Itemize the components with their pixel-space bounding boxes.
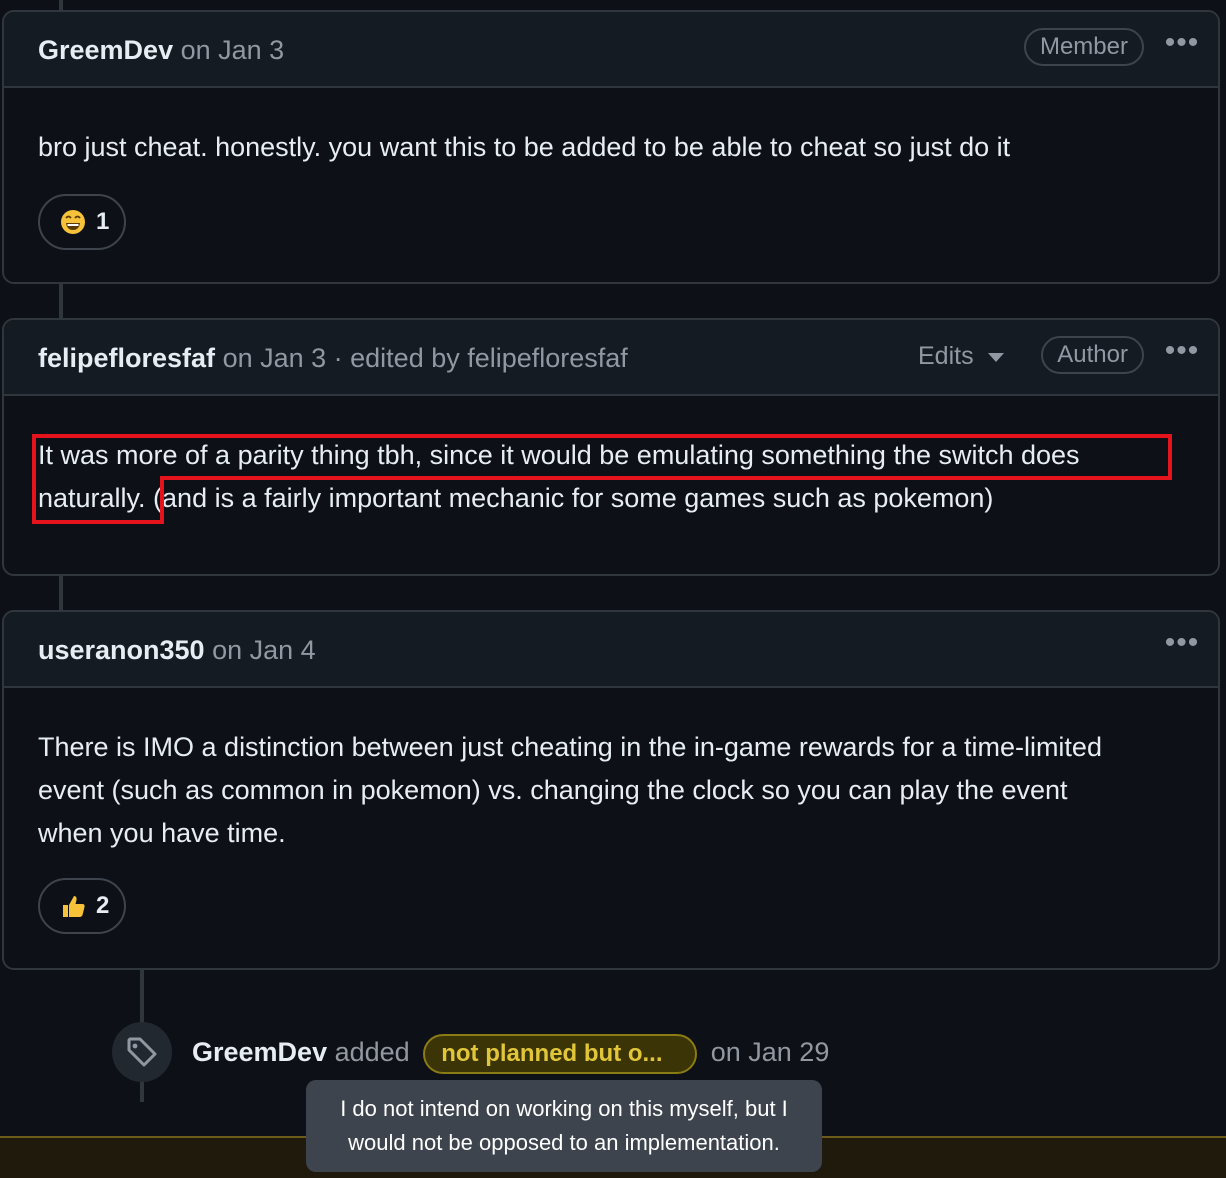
event-action: added: [334, 1037, 410, 1068]
comment-meta[interactable]: on Jan 3: [181, 35, 285, 65]
thumbs-up-icon: [63, 896, 85, 917]
body-line: There is IMO a distinction between just …: [38, 732, 1102, 762]
label-tooltip: I do not intend on working on this mysel…: [306, 1080, 822, 1172]
label-event-badge: [112, 1022, 172, 1082]
comment-header: felipefloresfaf on Jan 3 · edited by fel…: [4, 320, 1218, 396]
reaction-count: 2: [96, 892, 110, 919]
comment-card: felipefloresfaf on Jan 3 · edited by fel…: [2, 318, 1220, 576]
comment-header: useranon350 on Jan 4 •••: [4, 612, 1218, 688]
comment-body: There is IMO a distinction between just …: [38, 726, 1102, 855]
edits-label: Edits: [918, 342, 974, 370]
tag-icon: [127, 1037, 157, 1067]
more-options-icon[interactable]: •••: [1164, 28, 1200, 66]
tooltip-line: would not be opposed to an implementatio…: [348, 1130, 780, 1155]
issue-label[interactable]: not planned but o...: [423, 1034, 698, 1074]
body-line: event (such as common in pokemon) vs. ch…: [38, 775, 1068, 805]
comment-author[interactable]: GreemDev: [38, 35, 173, 65]
more-options-icon[interactable]: •••: [1164, 628, 1200, 666]
comment-meta[interactable]: on Jan 4: [212, 635, 316, 665]
reaction-count: 1: [96, 208, 110, 235]
member-badge: Member: [1023, 28, 1144, 66]
highlight-box: [160, 476, 1172, 480]
body-line: naturally. (and is a fairly important me…: [38, 483, 994, 513]
comment-meta[interactable]: on Jan 3 · edited by felipefloresfaf: [223, 343, 628, 373]
event-actor[interactable]: GreemDev: [192, 1037, 327, 1067]
body-line: when you have time.: [38, 818, 286, 848]
grinning-face-icon: [61, 210, 85, 234]
timeline-connector: [59, 284, 63, 318]
reaction-button[interactable]: 2: [38, 878, 126, 934]
reaction-button[interactable]: 1: [38, 194, 126, 250]
event-date[interactable]: on Jan 29: [711, 1037, 830, 1067]
timeline-event: GreemDev added not planned but o... on J…: [192, 1034, 829, 1074]
edits-dropdown[interactable]: Edits: [918, 342, 1004, 371]
timeline-connector: [59, 576, 63, 610]
tooltip-line: I do not intend on working on this mysel…: [340, 1096, 788, 1121]
comment-header: GreemDev on Jan 3 Member •••: [4, 12, 1218, 88]
comment-card: GreemDev on Jan 3 Member ••• bro just ch…: [2, 10, 1220, 284]
highlight-box: [32, 476, 164, 524]
comment-card: useranon350 on Jan 4 ••• There is IMO a …: [2, 610, 1220, 970]
chevron-down-icon: [987, 352, 1004, 362]
author-badge: Author: [1041, 336, 1144, 374]
highlight-box: [32, 434, 1172, 480]
comment-author[interactable]: felipefloresfaf: [38, 343, 215, 373]
comment-author[interactable]: useranon350: [38, 635, 205, 665]
more-options-icon[interactable]: •••: [1164, 336, 1200, 374]
comment-body: bro just cheat. honestly. you want this …: [38, 132, 1011, 162]
